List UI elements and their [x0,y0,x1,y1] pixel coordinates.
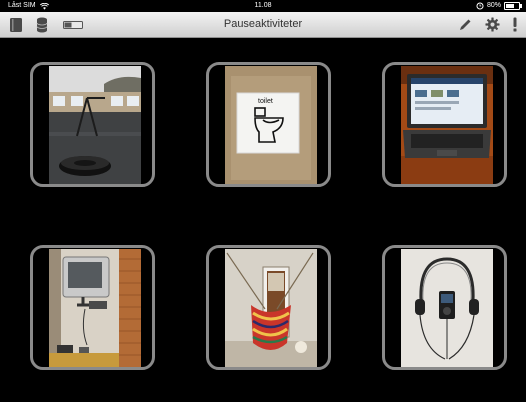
pictogram-label: toilet [258,98,273,105]
toggle-icon[interactable] [62,16,84,33]
exclamation-icon[interactable] [510,16,520,33]
photo-hammock [225,249,317,367]
photo-headphones-mp3-player [401,249,493,367]
photo-laptop [401,66,493,184]
alarm-icon [476,2,484,10]
status-bar: Låst SIM 11.08 80% [0,0,526,12]
pencil-icon[interactable] [456,16,473,33]
battery-group: 80% [476,0,522,12]
activity-tile[interactable] [206,245,331,370]
activity-tile[interactable] [30,62,155,187]
battery-level-fill [506,4,514,8]
activity-tile[interactable] [382,245,507,370]
book-icon[interactable] [7,16,24,33]
photo-playground-tire-swing [49,66,141,184]
toolbar: Pauseaktiviteter [0,12,526,38]
clock: 11.08 [254,2,272,9]
activity-tile[interactable] [30,245,155,370]
battery-percent: 80% [486,2,501,9]
activity-tile[interactable] [382,62,507,187]
activity-grid: toilet [0,38,526,402]
gear-icon[interactable] [484,16,501,33]
photo-wall-mounted-tv [49,249,141,367]
database-icon[interactable] [33,16,50,33]
battery-icon [504,2,522,10]
photo-toilet-pictogram: toilet [225,66,317,184]
activity-tile[interactable]: toilet [206,62,331,187]
